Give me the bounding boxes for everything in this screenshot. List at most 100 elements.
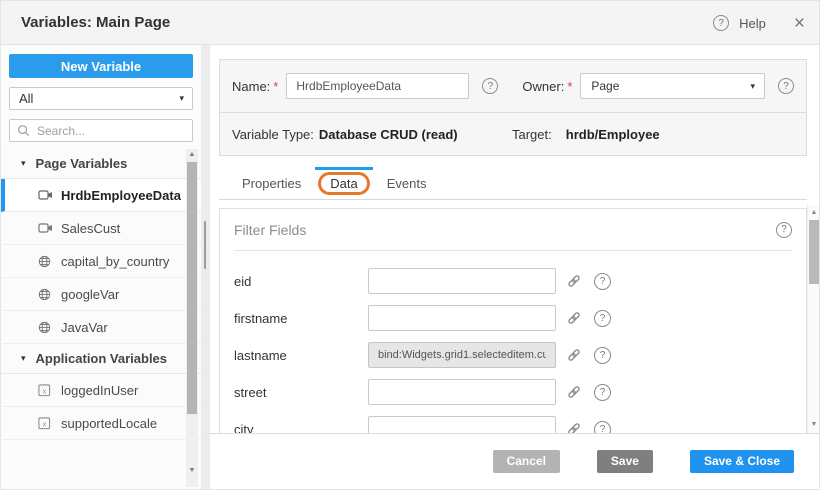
sidebar-item-capital-by-country[interactable]: capital_by_country [1, 245, 201, 278]
variable-label: supportedLocale [61, 416, 157, 431]
scroll-down-icon[interactable]: ▼ [186, 465, 198, 477]
section-page-variables[interactable]: ▾ Page Variables [1, 149, 201, 179]
variable-label: capital_by_country [61, 254, 169, 269]
field-help-icon[interactable]: ? [594, 421, 611, 434]
cancel-button[interactable]: Cancel [493, 450, 560, 473]
bind-link-icon[interactable] [566, 384, 582, 400]
variable-filter-value: All [19, 91, 33, 106]
field-help-icon[interactable]: ? [594, 273, 611, 290]
variables-sidebar: New Variable All ▾ ▾ Page Variables Hrdb… [1, 45, 201, 490]
collapse-triangle-icon: ▾ [21, 353, 26, 364]
variable-label: loggedInUser [61, 383, 138, 398]
sidebar-item-supportedlocale[interactable]: x supportedLocale [1, 407, 201, 440]
field-help-icon[interactable]: ? [594, 384, 611, 401]
sidebar-item-hrdbemployeedata[interactable]: HrdbEmployeeData [1, 179, 201, 212]
field-label: city [234, 422, 368, 434]
sidebar-main-divider [201, 45, 210, 490]
section-application-variables[interactable]: ▾ Application Variables [1, 344, 201, 374]
crud-variable-icon [38, 222, 53, 234]
sidebar-item-loggedinuser[interactable]: x loggedInUser [1, 374, 201, 407]
field-label: lastname [234, 348, 368, 363]
section-label: Page Variables [36, 156, 128, 171]
field-help-icon[interactable]: ? [594, 310, 611, 327]
lastname-field[interactable] [368, 342, 556, 368]
save-button[interactable]: Save [597, 450, 653, 473]
variable-filter-select[interactable]: All ▾ [9, 87, 193, 110]
content-scrollbar[interactable]: ▲ ▼ [807, 205, 820, 433]
data-tab-highlight-ring: Data [318, 172, 369, 195]
variable-detail-pane: Name: * ? Owner: * Page ▾ ? Variable Typ… [210, 45, 820, 490]
name-field[interactable] [286, 73, 469, 99]
new-variable-button[interactable]: New Variable [9, 54, 193, 78]
save-and-close-button[interactable]: Save & Close [690, 450, 794, 473]
field-label: eid [234, 274, 368, 289]
bind-link-icon[interactable] [566, 273, 582, 289]
data-tab-panel: Filter Fields ? eid ? firstname ? [219, 208, 807, 433]
tab-properties[interactable]: Properties [229, 167, 314, 199]
filter-row-city: city ? [234, 416, 792, 433]
content-scrollbar-thumb[interactable] [809, 220, 819, 284]
detail-tabs: Properties Data Events [219, 167, 807, 200]
collapse-triangle-icon: ▾ [21, 158, 26, 169]
variable-type-value: Database CRUD (read) [319, 127, 458, 142]
owner-select[interactable]: Page ▾ [580, 73, 765, 99]
dialog-footer: Cancel Save Save & Close [210, 433, 820, 490]
svg-text:x: x [43, 388, 47, 395]
field-help-icon[interactable]: ? [594, 347, 611, 364]
filter-row-lastname: lastname ? [234, 342, 792, 368]
variables-dialog: Variables: Main Page ? Help × New Variab… [0, 0, 820, 490]
variable-summary-panel: Name: * ? Owner: * Page ▾ ? Variable Typ… [219, 59, 807, 156]
bind-link-icon[interactable] [566, 347, 582, 363]
chevron-down-icon: ▾ [179, 88, 184, 109]
web-service-variable-icon [38, 255, 53, 268]
svg-text:x: x [43, 421, 47, 428]
close-icon[interactable]: × [794, 14, 805, 33]
filter-row-firstname: firstname ? [234, 305, 792, 331]
sidebar-item-javavar[interactable]: JavaVar [1, 311, 201, 344]
sidebar-item-salescust[interactable]: SalesCust [1, 212, 201, 245]
scroll-up-icon[interactable]: ▲ [186, 149, 198, 161]
scroll-down-icon[interactable]: ▼ [808, 419, 820, 431]
field-label: firstname [234, 311, 368, 326]
dialog-titlebar: Variables: Main Page ? Help × [1, 1, 820, 45]
variable-label: googleVar [61, 287, 119, 302]
help-icon[interactable]: ? [713, 15, 729, 31]
static-variable-icon: x [38, 384, 53, 397]
web-service-variable-icon [38, 288, 53, 301]
variable-label: HrdbEmployeeData [61, 188, 181, 203]
filter-row-eid: eid ? [234, 268, 792, 294]
variable-label: JavaVar [61, 320, 108, 335]
owner-help-icon[interactable]: ? [778, 78, 794, 94]
tab-events[interactable]: Events [374, 167, 440, 199]
sidebar-item-googlevar[interactable]: googleVar [1, 278, 201, 311]
target-label: Target: [512, 127, 552, 142]
tab-data[interactable]: Data [314, 167, 373, 199]
scroll-up-icon[interactable]: ▲ [808, 207, 820, 219]
bind-link-icon[interactable] [566, 310, 582, 326]
static-variable-icon: x [38, 417, 53, 430]
variable-list: ▾ Page Variables HrdbEmployeeData SalesC… [1, 149, 201, 487]
variable-search [9, 119, 193, 142]
required-marker: * [567, 79, 572, 94]
filter-fields-help-icon[interactable]: ? [776, 222, 792, 238]
eid-field[interactable] [368, 268, 556, 294]
chevron-down-icon: ▾ [750, 74, 755, 98]
name-label: Name: [232, 79, 270, 94]
name-help-icon[interactable]: ? [482, 78, 498, 94]
required-marker: * [273, 79, 278, 94]
search-input[interactable] [35, 123, 175, 139]
sidebar-scrollbar[interactable]: ▲ ▼ [186, 149, 198, 487]
dialog-title: Variables: Main Page [21, 14, 170, 31]
target-value: hrdb/Employee [566, 127, 660, 142]
sidebar-scrollbar-thumb[interactable] [187, 162, 197, 414]
crud-variable-icon [38, 189, 53, 201]
divider-scrollbar-thumb[interactable] [204, 221, 206, 269]
filter-row-street: street ? [234, 379, 792, 405]
section-label: Application Variables [36, 351, 168, 366]
owner-value: Page [591, 79, 619, 93]
firstname-field[interactable] [368, 305, 556, 331]
help-link[interactable]: Help [739, 16, 766, 31]
city-field[interactable] [368, 416, 556, 433]
bind-link-icon[interactable] [566, 421, 582, 433]
street-field[interactable] [368, 379, 556, 405]
